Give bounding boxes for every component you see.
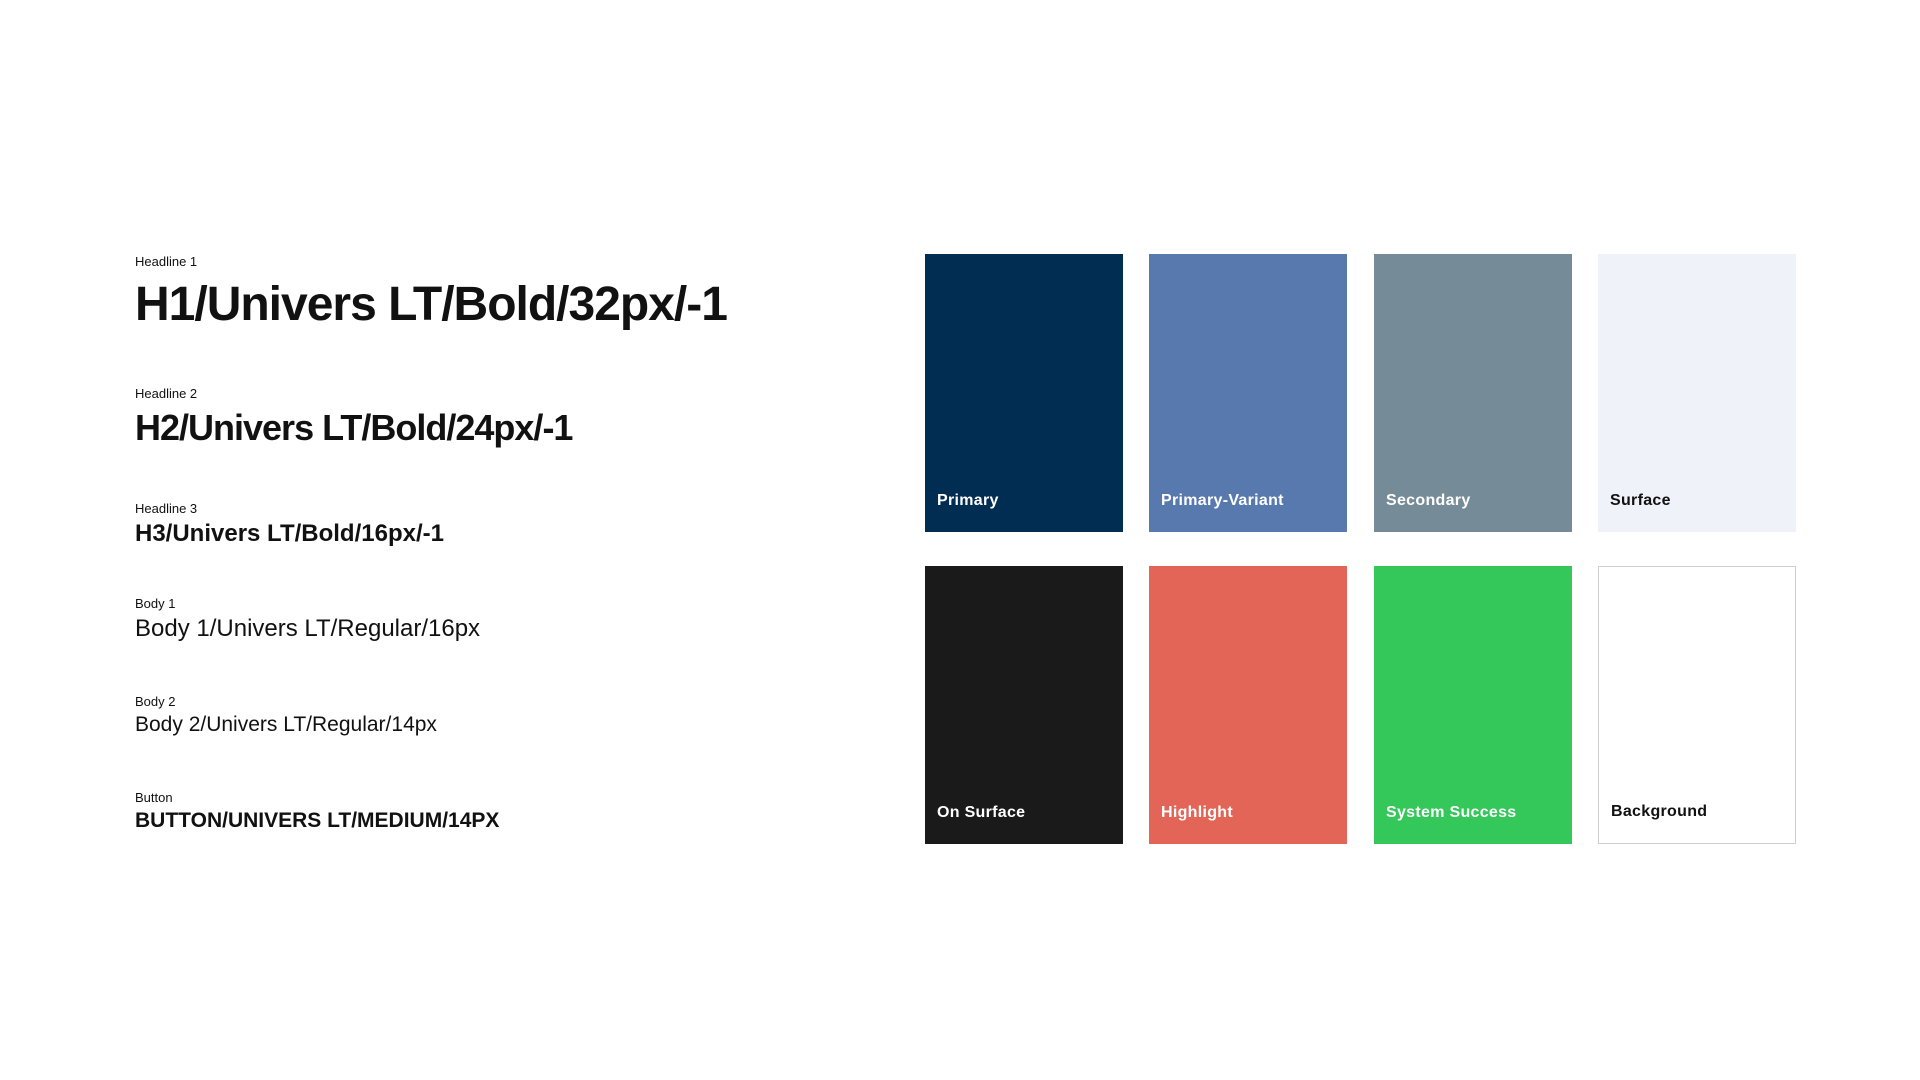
color-swatch-primary: Primary bbox=[925, 254, 1123, 532]
typography-headline-3: Headline 3 H3/Univers LT/Bold/16px/-1 bbox=[135, 501, 444, 548]
typography-sample: H2/Univers LT/Bold/24px/-1 bbox=[135, 407, 573, 448]
swatch-label: On Surface bbox=[937, 804, 1026, 821]
typography-body-2: Body 2 Body 2/Univers LT/Regular/14px bbox=[135, 694, 437, 737]
swatch-label: Secondary bbox=[1386, 492, 1471, 509]
swatch-label: Primary bbox=[937, 492, 999, 509]
swatch-label: Primary-Variant bbox=[1161, 492, 1284, 509]
color-swatch-on-surface: On Surface bbox=[925, 566, 1123, 844]
color-swatch-system-success: System Success bbox=[1374, 566, 1572, 844]
typography-body-1: Body 1 Body 1/Univers LT/Regular/16px bbox=[135, 596, 480, 643]
swatch-label: Highlight bbox=[1161, 804, 1234, 821]
color-swatch-primary-variant: Primary-Variant bbox=[1149, 254, 1347, 532]
color-swatch-background: Background bbox=[1598, 566, 1796, 844]
typography-label: Headline 1 bbox=[135, 254, 198, 269]
typography-label: Headline 3 bbox=[135, 501, 198, 516]
typography-sample: Body 2/Univers LT/Regular/14px bbox=[135, 713, 437, 736]
typography-button: Button BUTTON/UNIVERS LT/MEDIUM/14PX bbox=[135, 790, 499, 833]
typography-sample: H3/Univers LT/Bold/16px/-1 bbox=[135, 520, 444, 547]
swatch-label: System Success bbox=[1386, 804, 1517, 821]
typography-sample: Body 1/Univers LT/Regular/16px bbox=[135, 615, 481, 642]
typography-headline-1: Headline 1 H1/Univers LT/Bold/32px/-1 bbox=[135, 254, 728, 332]
typography-label: Button bbox=[135, 790, 173, 805]
swatch-label: Surface bbox=[1610, 492, 1671, 509]
typography-headline-2: Headline 2 H2/Univers LT/Bold/24px/-1 bbox=[135, 386, 573, 449]
color-swatch-secondary: Secondary bbox=[1374, 254, 1572, 532]
style-guide-page: Headline 1 H1/Univers LT/Bold/32px/-1 He… bbox=[0, 0, 1920, 1080]
typography-label: Body 1 bbox=[135, 596, 176, 611]
typography-label: Body 2 bbox=[135, 694, 176, 709]
typography-label: Headline 2 bbox=[135, 386, 198, 401]
color-swatch-surface: Surface bbox=[1598, 254, 1796, 532]
typography-sample: BUTTON/UNIVERS LT/MEDIUM/14PX bbox=[135, 809, 500, 832]
typography-sample: H1/Univers LT/Bold/32px/-1 bbox=[135, 278, 728, 331]
color-swatch-highlight: Highlight bbox=[1149, 566, 1347, 844]
swatch-label: Background bbox=[1611, 803, 1708, 820]
